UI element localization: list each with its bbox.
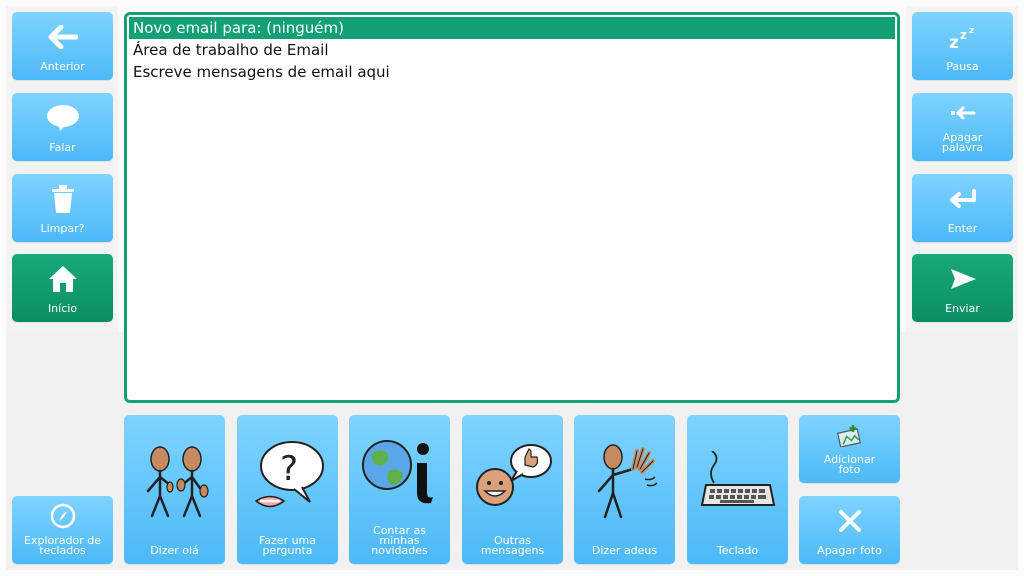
message-line[interactable]: Novo email para: (ninguém) — [129, 17, 895, 39]
anterior-label: Anterior — [40, 60, 85, 73]
dizer-adeus-label: Dizer adeus — [591, 544, 658, 557]
falar-label: Falar — [49, 141, 76, 154]
home-icon — [12, 254, 113, 304]
outras-mensagens-button[interactable]: Outras mensagens — [462, 415, 563, 564]
backspace-arrow-icon — [912, 93, 1013, 133]
enviar-button[interactable]: Enviar — [912, 254, 1013, 322]
person-waving-icon — [574, 415, 675, 546]
apagar-palavra-label: Apagar palavra — [941, 131, 984, 154]
speech-bubble-icon — [12, 93, 113, 143]
anterior-button[interactable]: Anterior — [12, 12, 113, 80]
trash-icon — [12, 174, 113, 224]
message-line[interactable]: Área de trabalho de Email — [129, 39, 895, 61]
enviar-label: Enviar — [945, 302, 980, 315]
enter-button[interactable]: Enter — [912, 174, 1013, 242]
svg-text:z: z — [969, 26, 974, 36]
arrow-left-icon — [12, 12, 113, 62]
dizer-ola-button[interactable]: Dizer olá — [124, 415, 225, 564]
compass-icon — [12, 496, 113, 536]
contar-novidades-label: Contar as minhas novidades — [371, 524, 428, 557]
keyboard-icon — [687, 415, 788, 546]
fazer-pergunta-button[interactable]: ? Fazer uma pergunta — [237, 415, 338, 564]
enter-return-icon — [912, 174, 1013, 224]
falar-button[interactable]: Falar — [12, 93, 113, 161]
fazer-pergunta-label: Fazer uma pergunta — [258, 534, 317, 557]
apagar-foto-button[interactable]: Apagar foto — [799, 496, 900, 564]
pausa-label: Pausa — [946, 60, 979, 73]
globe-info-icon — [349, 415, 450, 526]
inicio-button[interactable]: Início — [12, 254, 113, 322]
dizer-ola-label: Dizer olá — [150, 544, 199, 557]
add-photo-icon — [799, 415, 900, 455]
inicio-label: Início — [47, 302, 78, 315]
svg-text:z: z — [949, 33, 959, 50]
explorador-teclados-button[interactable]: Explorador de teclados — [12, 496, 113, 564]
teclado-button[interactable]: Teclado — [687, 415, 788, 564]
svg-text:?: ? — [280, 449, 298, 489]
people-greeting-icon — [124, 415, 225, 546]
face-thumbs-up-icon — [462, 415, 563, 536]
message-area[interactable]: Novo email para: (ninguém) Área de traba… — [124, 12, 900, 403]
enter-label: Enter — [947, 222, 978, 235]
svg-text:z: z — [960, 28, 967, 42]
limpar-button[interactable]: Limpar? — [12, 174, 113, 242]
teclado-label: Teclado — [716, 544, 759, 557]
pausa-button[interactable]: z z z Pausa — [912, 12, 1013, 80]
send-paper-plane-icon — [912, 254, 1013, 304]
contar-novidades-button[interactable]: Contar as minhas novidades — [349, 415, 450, 564]
message-line[interactable]: Escreve mensagens de email aqui — [129, 61, 895, 83]
explorador-label: Explorador de teclados — [24, 534, 101, 557]
apagar-foto-label: Apagar foto — [817, 544, 882, 557]
adicionar-foto-button[interactable]: Adicionar foto — [799, 415, 900, 483]
adicionar-foto-label: Adicionar foto — [823, 453, 876, 476]
question-bubble-icon: ? — [237, 415, 338, 536]
outras-mensagens-label: Outras mensagens — [480, 534, 545, 557]
sleep-zzz-icon: z z z — [912, 12, 1013, 62]
close-x-icon — [799, 496, 900, 546]
limpar-label: Limpar? — [40, 222, 85, 235]
dizer-adeus-button[interactable]: Dizer adeus — [574, 415, 675, 564]
apagar-palavra-button[interactable]: Apagar palavra — [912, 93, 1013, 161]
